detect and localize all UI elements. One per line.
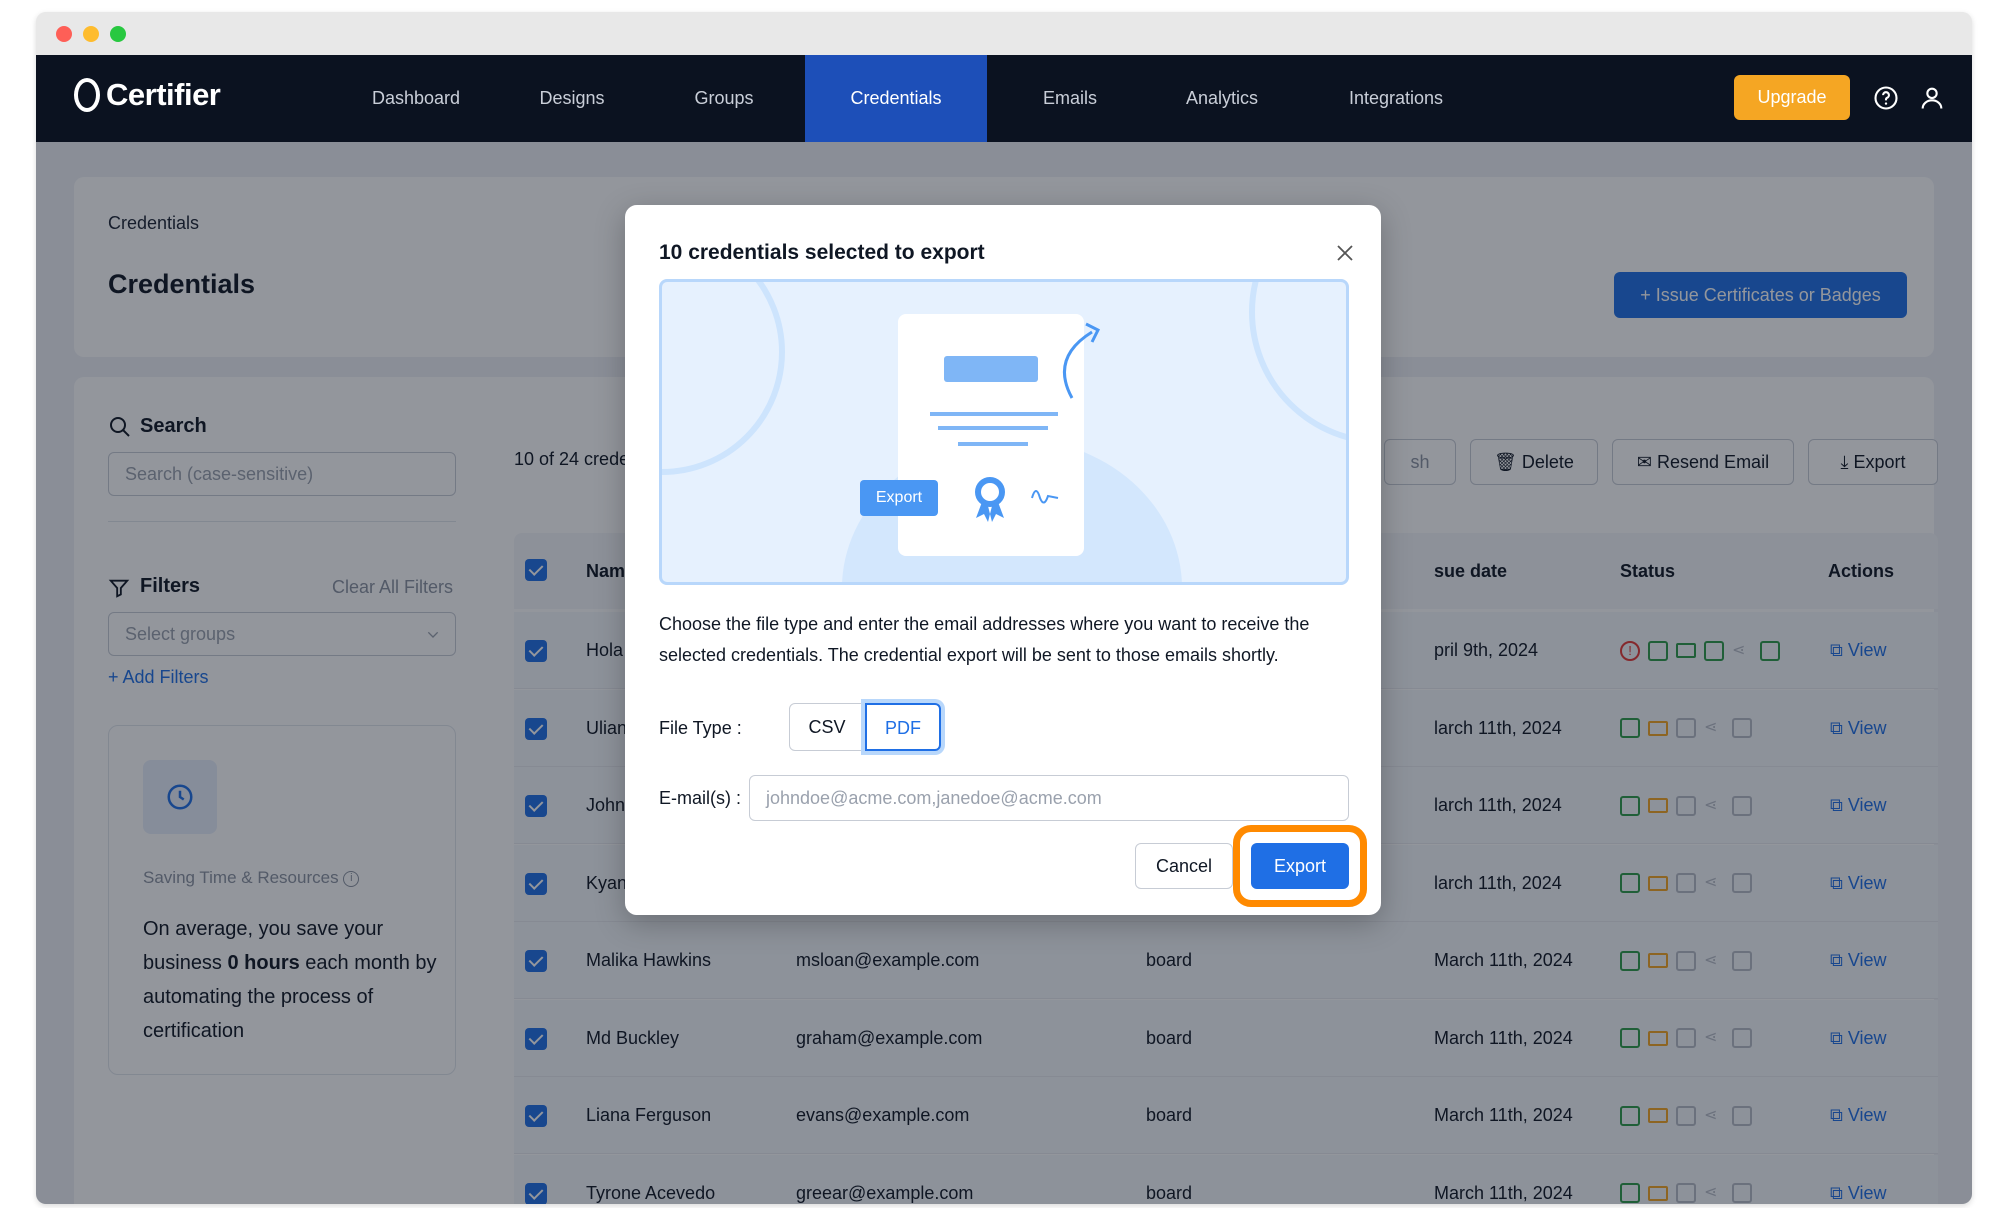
user-profile-icon[interactable] <box>1918 84 1946 112</box>
nav-designs[interactable]: Designs <box>522 55 622 142</box>
export-illustration: Export <box>659 279 1349 585</box>
close-window-button[interactable] <box>56 26 72 42</box>
modal-title: 10 credentials selected to export <box>659 241 985 264</box>
top-navigation: Certifier Dashboard Designs Groups Crede… <box>36 55 1972 142</box>
app: Certifier Dashboard Designs Groups Crede… <box>36 55 1972 1204</box>
illustration-export-label: Export <box>875 489 923 506</box>
upgrade-button[interactable]: Upgrade <box>1734 75 1850 120</box>
email-label: E-mail(s) : <box>659 788 741 808</box>
cancel-button[interactable]: Cancel <box>1135 843 1233 889</box>
nav-emails[interactable]: Emails <box>1020 55 1120 142</box>
logo-icon <box>74 78 100 112</box>
export-modal: 10 credentials selected to export Export… <box>625 205 1381 915</box>
export-button[interactable]: Export <box>1251 843 1349 889</box>
file-type-label: File Type : <box>659 718 742 738</box>
close-icon[interactable] <box>1333 241 1357 265</box>
logo[interactable]: Certifier <box>74 77 221 113</box>
export-illustration-graphic <box>662 282 1346 582</box>
modal-description: Choose the file type and enter the email… <box>659 614 1310 665</box>
nav-credentials[interactable]: Credentials <box>805 55 987 142</box>
email-input[interactable]: johndoe@acme.com,janedoe@acme.com <box>749 775 1349 821</box>
nav-integrations[interactable]: Integrations <box>1326 55 1466 142</box>
nav-analytics[interactable]: Analytics <box>1162 55 1282 142</box>
help-icon[interactable] <box>1872 84 1900 112</box>
nav-dashboard[interactable]: Dashboard <box>356 55 476 142</box>
maximize-window-button[interactable] <box>110 26 126 42</box>
nav-groups[interactable]: Groups <box>674 55 774 142</box>
file-type-pdf-option[interactable]: PDF <box>865 703 941 751</box>
window-titlebar <box>36 12 1972 55</box>
file-type-csv-option[interactable]: CSV <box>789 703 865 751</box>
logo-text: Certifier <box>106 77 221 112</box>
minimize-window-button[interactable] <box>83 26 99 42</box>
browser-window: Certifier Dashboard Designs Groups Crede… <box>36 12 1972 1204</box>
